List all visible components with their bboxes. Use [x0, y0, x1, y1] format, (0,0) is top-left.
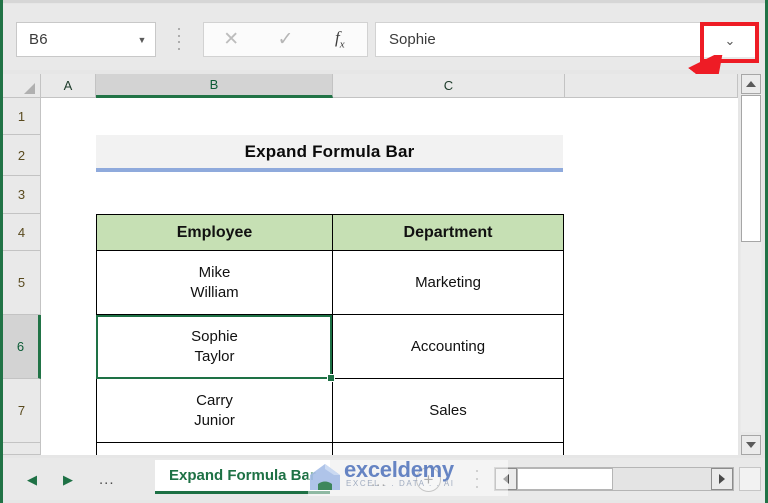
vertical-scroll-thumb[interactable] — [741, 95, 761, 242]
table-row[interactable]: Carry Junior Sales — [96, 378, 564, 443]
column-header-department: Department — [332, 214, 564, 251]
column-header-b[interactable]: B — [96, 74, 333, 98]
formula-bar-area: B6 ▼ ✕ ✓ fx Sophie ⌄ — [3, 4, 765, 70]
row-header-8[interactable] — [3, 443, 41, 455]
scroll-left-button[interactable] — [495, 468, 517, 490]
plus-icon: + — [423, 470, 434, 489]
table-header-row: Employee Department — [96, 214, 564, 251]
chevron-down-icon: ⌄ — [724, 32, 736, 48]
next-sheet-icon[interactable]: ▶ — [63, 473, 73, 486]
vertical-scrollbar[interactable] — [740, 74, 762, 455]
window-top-edge — [0, 0, 768, 3]
name-box-value: B6 — [29, 31, 48, 48]
cell-employee[interactable]: Carry Junior — [96, 378, 333, 443]
employee-line-2: Taylor — [194, 347, 235, 365]
sheet-tab-label: Expand Formula Bar — [169, 467, 316, 484]
add-sheet-button[interactable]: + — [416, 467, 441, 492]
column-header-a[interactable]: A — [41, 74, 96, 98]
horizontal-scroll-track[interactable] — [517, 468, 711, 490]
row-header-bar: 1 2 3 4 5 6 7 — [3, 98, 41, 455]
sheet-menu-icon[interactable] — [474, 470, 480, 488]
excel-window: B6 ▼ ✕ ✓ fx Sophie ⌄ A B C 1 2 3 4 5 6 7… — [0, 0, 768, 503]
column-header-employee: Employee — [96, 214, 333, 251]
row-header-7[interactable]: 7 — [3, 379, 41, 443]
column-header-c[interactable]: C — [333, 74, 565, 98]
select-all-icon — [24, 83, 35, 94]
table-row[interactable]: Sophie Taylor Accounting — [96, 314, 564, 379]
chevron-left-icon — [503, 474, 509, 484]
formula-input[interactable]: Sophie — [375, 22, 758, 57]
close-icon: ✕ — [223, 29, 240, 50]
cell-department[interactable]: Marketing — [332, 250, 564, 315]
horizontal-scroll-thumb[interactable] — [517, 468, 613, 490]
table-row[interactable] — [96, 442, 564, 455]
function-icon: fx — [335, 28, 345, 51]
employee-line-2: William — [190, 283, 239, 301]
cancel-button[interactable]: ✕ — [204, 23, 258, 56]
row-header-5[interactable]: 5 — [3, 251, 41, 315]
enter-button[interactable]: ✓ — [258, 23, 312, 56]
employee-line-2: Junior — [194, 411, 235, 429]
scroll-up-button[interactable] — [741, 74, 761, 94]
formula-input-value: Sophie — [389, 31, 436, 48]
horizontal-scrollbar[interactable] — [494, 467, 734, 491]
row-header-4[interactable]: 4 — [3, 214, 41, 251]
sheet-navigation: ◀ ▶ ... — [27, 464, 147, 494]
employee-line-1: Mike — [198, 263, 231, 281]
cell-employee[interactable]: Mike William — [96, 250, 333, 315]
sheet-title-cell: Expand Formula Bar — [96, 135, 563, 172]
cell-employee[interactable] — [96, 442, 333, 455]
cell-department[interactable]: Sales — [332, 378, 564, 443]
worksheet-grid[interactable]: Expand Formula Bar Employee Department M… — [41, 98, 738, 455]
cell-department[interactable]: Accounting — [332, 314, 564, 379]
check-icon: ✓ — [277, 29, 294, 50]
expand-formula-bar-button[interactable]: ⌄ — [702, 23, 758, 57]
cell-department[interactable] — [332, 442, 564, 455]
row-header-6[interactable]: 6 — [3, 315, 41, 379]
column-header-bar: A B C — [3, 74, 738, 98]
insert-function-button[interactable]: fx — [313, 23, 367, 56]
select-all-button[interactable] — [3, 74, 41, 98]
scrollbar-end-box — [739, 467, 761, 491]
table-row[interactable]: Mike William Marketing — [96, 250, 564, 315]
chevron-down-icon[interactable]: ▼ — [129, 35, 155, 45]
chevron-up-icon — [746, 81, 756, 87]
row-header-1[interactable]: 1 — [3, 98, 41, 135]
formula-action-buttons: ✕ ✓ fx — [203, 22, 368, 57]
sheet-overflow-right[interactable]: ... — [371, 474, 387, 489]
chevron-down-icon — [746, 442, 756, 448]
column-header-d[interactable] — [565, 74, 738, 98]
sheet-tab-bar: ◀ ▶ ... Expand Formula Bar ... + — [3, 458, 765, 500]
scroll-right-button[interactable] — [711, 468, 733, 490]
formula-bar-separator-dots — [176, 28, 182, 50]
vertical-scroll-track[interactable] — [741, 95, 761, 432]
cell-employee[interactable]: Sophie Taylor — [96, 314, 333, 379]
row-header-2[interactable]: 2 — [3, 135, 41, 176]
fill-handle[interactable] — [327, 374, 335, 382]
sheet-overflow-left[interactable]: ... — [99, 472, 115, 487]
row-header-3[interactable]: 3 — [3, 176, 41, 214]
employee-line-1: Carry — [196, 391, 233, 409]
chevron-right-icon — [719, 474, 725, 484]
data-table: Employee Department Mike William Marketi… — [96, 214, 564, 455]
name-box[interactable]: B6 ▼ — [16, 22, 156, 57]
scroll-down-button[interactable] — [741, 435, 761, 455]
sheet-tab-expand-formula-bar[interactable]: Expand Formula Bar — [155, 460, 330, 494]
employee-line-1: Sophie — [191, 327, 238, 345]
previous-sheet-icon[interactable]: ◀ — [27, 473, 37, 486]
